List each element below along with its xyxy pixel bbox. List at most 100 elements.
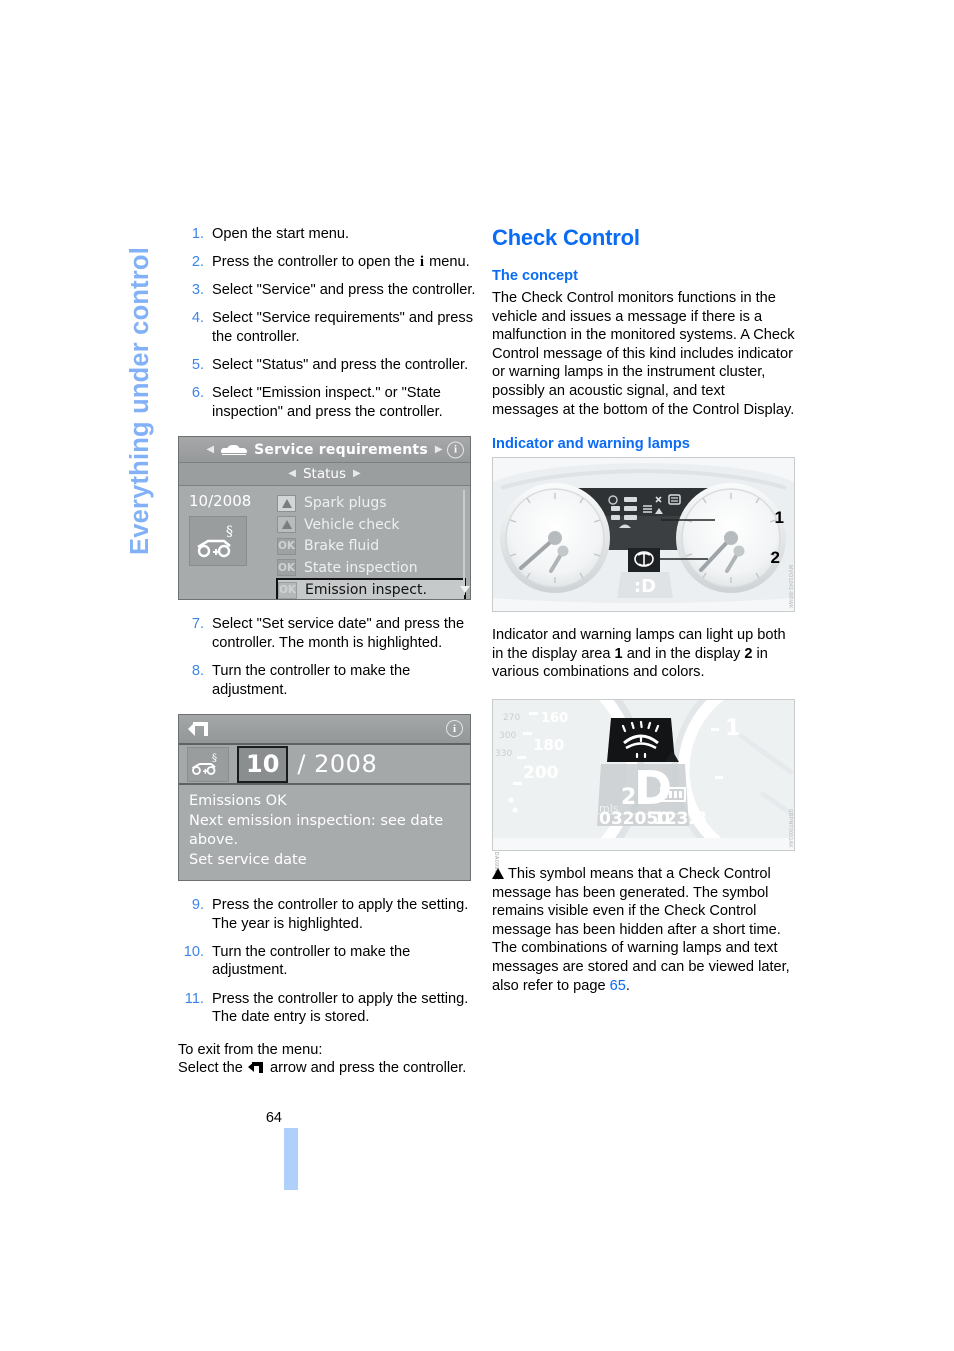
procedure-step-list-end: 9. Press the controller to apply the set… [178, 896, 481, 1027]
list-item: 9. Press the controller to apply the set… [178, 896, 481, 933]
scroll-down-arrow-icon[interactable] [460, 586, 470, 594]
figure-code: SRPNT0001AK [787, 808, 793, 848]
svg-text:§: § [212, 751, 217, 763]
ok-badge: OK [277, 537, 296, 555]
list-item-label: State inspection [304, 559, 418, 576]
scrollbar[interactable] [460, 490, 470, 596]
exit-line-1: To exit from the menu: [178, 1041, 323, 1058]
step-number: 3. [191, 282, 204, 299]
list-item[interactable]: Vehicle check [277, 514, 466, 536]
step-text-cont: menu. [425, 254, 470, 271]
step-number: 4. [191, 310, 204, 327]
page-title: Check Control [492, 225, 640, 250]
warning-triangle-icon [277, 494, 296, 512]
step-number: 11. [184, 990, 204, 1007]
list-item-label: Vehicle check [304, 516, 400, 533]
svg-text:1: 1 [725, 716, 740, 741]
svg-text:200: 200 [523, 763, 559, 783]
procedure-step-list-cont: 7. Select "Set service date" and press t… [178, 615, 481, 699]
inspection-icon: § [189, 516, 247, 567]
month-field-highlighted[interactable]: 10 [237, 745, 289, 783]
back-arrow-icon [247, 1062, 263, 1074]
page-edge-marker [284, 1128, 298, 1190]
list-item: 4. Select "Service requirements" and pre… [178, 309, 481, 346]
procedure-step-list: 1. Open the start menu. 2. Press the con… [178, 225, 481, 421]
chevron-right-icon[interactable]: ▶ [435, 444, 443, 455]
cd-subtitle-label: Status [302, 466, 347, 483]
step-text: Press the controller to open the [212, 254, 419, 271]
list-item: 3. Select "Service" and press the contro… [178, 281, 481, 300]
status-message-line: Next emission inspection: see date [189, 812, 444, 829]
display-closeup-photo: 160 180 200 270 300 330 1 D 2 mls 032050… [492, 698, 795, 851]
list-item-label: Brake fluid [304, 538, 380, 554]
svg-text:330: 330 [495, 749, 512, 759]
year-field[interactable]: / 2008 [297, 750, 377, 778]
list-item[interactable]: OK Brake fluid [277, 535, 466, 557]
step-number: 9. [191, 897, 204, 914]
list-item: 7. Select "Set service date" and press t… [178, 615, 481, 652]
warning-triangle-icon [277, 516, 296, 533]
chevron-left-icon[interactable]: ◀ [288, 469, 296, 479]
step-text: Select "Status" and press the controller… [212, 356, 469, 373]
step-text: Turn the controller to make the adjustme… [212, 662, 411, 698]
inspection-icon: § [187, 746, 229, 782]
svg-text:123.8: 123.8 [653, 809, 707, 829]
right-column: Check Control The concept The Check Cont… [492, 225, 795, 995]
info-icon[interactable]: i [446, 720, 463, 738]
cd2-titlebar: i [179, 715, 470, 746]
list-item: 1. Open the start menu. [178, 225, 481, 244]
step-number: 6. [191, 385, 204, 402]
figure-code: MVO1041-BRWK [787, 565, 793, 610]
back-arrow-icon[interactable] [188, 722, 208, 737]
info-icon[interactable]: i [447, 441, 464, 459]
step-text: Turn the controller to make the adjustme… [212, 943, 411, 979]
step-number: 5. [191, 356, 204, 373]
cd-left-panel: 10/2008 § [179, 492, 277, 599]
left-column: 1. Open the start menu. 2. Press the con… [178, 225, 499, 1078]
svg-text:160: 160 [541, 711, 568, 726]
cd-titlebar: ◀ Service requirements ▶ i [179, 437, 470, 464]
step-text: Press the controller to apply the settin… [212, 990, 469, 1026]
chapter-tab: Everything under control [112, 225, 168, 555]
control-display-screenshot-date: i § 10 / 2008 Emissions OK Next emission… [178, 714, 499, 882]
callout-2: 2 [770, 548, 780, 568]
concept-paragraph: The Check Control monitors functions in … [492, 290, 795, 418]
instrument-cluster-photo: :D 1 2 MVO1041-BRWK [492, 457, 795, 613]
step-number: 7. [191, 616, 204, 633]
warning-text: This symbol means that a Check Control m… [492, 865, 790, 994]
service-date-label: 10/2008 [189, 492, 252, 511]
lamps-bold-1: 1 [614, 645, 623, 662]
cd-title-label: Service requirements [254, 441, 428, 458]
status-message: Emissions OK Next emission inspection: s… [179, 785, 470, 880]
chevron-right-icon[interactable]: ▶ [353, 469, 361, 479]
chevron-left-icon[interactable]: ◀ [206, 444, 214, 455]
svg-text:270: 270 [503, 713, 520, 723]
status-message-line: Set service date [189, 851, 307, 868]
exit-line-2-after: arrow and press the controller. [265, 1060, 467, 1077]
car-icon [221, 444, 248, 456]
list-item: 10. Turn the controller to make the adju… [178, 943, 481, 980]
step-number: 10. [183, 943, 204, 960]
control-display-screenshot-service: ◀ Service requirements ▶ i ◀ Status ▶ 10… [178, 436, 499, 601]
step-text: Press the controller to apply the settin… [212, 897, 469, 932]
svg-text:2: 2 [621, 785, 636, 810]
chapter-tab-label: Everything under control [126, 247, 154, 555]
list-item[interactable]: OK State inspection [277, 557, 466, 579]
step-number: 2. [191, 254, 204, 271]
list-item: 2. Press the controller to open the i me… [178, 253, 481, 272]
step-text: Select "Set service date" and press the … [212, 616, 465, 651]
exit-line-2-before: Select the [178, 1060, 247, 1077]
list-item-label: Emission inspect. [305, 582, 427, 599]
ok-badge: OK [277, 559, 296, 576]
warning-triangle-icon [492, 867, 504, 879]
section-heading-concept: The concept [492, 268, 578, 284]
list-item: 5. Select "Status" and press the control… [178, 356, 481, 375]
page-reference-link[interactable]: 65 [610, 978, 626, 994]
warning-text-end: . [625, 977, 630, 994]
list-item[interactable]: Spark plugs [277, 492, 466, 514]
svg-text:300: 300 [499, 731, 516, 741]
step-text: Select "Service" and press the controlle… [212, 282, 476, 299]
step-text: Open the start menu. [212, 226, 350, 242]
list-item-selected[interactable]: OK Emission inspect. [276, 578, 466, 600]
status-list: Spark plugs Vehicle check OK Brake fluid… [276, 492, 470, 600]
